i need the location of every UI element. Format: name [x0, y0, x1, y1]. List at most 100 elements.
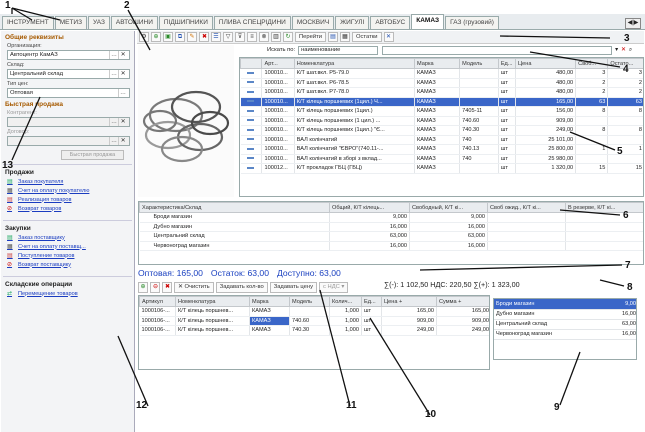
- column-header[interactable]: Арт...: [261, 58, 295, 69]
- copy-icon[interactable]: ⧉: [175, 32, 185, 42]
- table-row[interactable]: Червоноград магазин 16,000 16,000: [139, 241, 643, 251]
- table-row[interactable]: 100010... К/Т шат.вкл. Р7-78.0 КАМАЗ шт 480,…: [240, 87, 643, 98]
- org-field[interactable]: Автоцентр КамАЗ … ✕: [7, 50, 130, 60]
- set-price-button[interactable]: Задавать цену: [269, 282, 317, 293]
- column-header[interactable]: Цена +: [381, 296, 437, 307]
- columns-icon[interactable]: ▥: [271, 32, 281, 42]
- tab-zhiguli[interactable]: ЖИГУЛІ: [335, 16, 370, 29]
- column-header[interactable]: Ед...: [361, 296, 382, 307]
- column-header[interactable]: [240, 58, 263, 69]
- tab-tires[interactable]: АВТОШИНИ: [110, 16, 158, 29]
- list-item[interactable]: Червоноград магазин 16,00: [494, 329, 636, 340]
- warehouse-field[interactable]: Центральний склад … ✕: [7, 69, 130, 79]
- filter-clear-icon[interactable]: ⊗: [259, 32, 269, 42]
- link-supplier-order[interactable]: ▤ Заказ поставщику: [7, 234, 130, 242]
- table-row[interactable]: Центральний склад 63,000 63,000: [139, 231, 643, 242]
- remove-icon[interactable]: ⊖: [150, 282, 160, 293]
- delete-icon[interactable]: ✖: [199, 32, 209, 42]
- search-icon[interactable]: ⌕: [629, 47, 632, 54]
- delete-icon[interactable]: ✖: [162, 282, 172, 293]
- tab-gaz[interactable]: ГАЗ (грузовий): [445, 16, 499, 29]
- set-qty-button[interactable]: Задавать кол-во: [215, 282, 268, 293]
- close-icon[interactable]: ✕: [621, 47, 626, 53]
- list-item[interactable]: Дубно магазин 16,00: [494, 309, 636, 320]
- select-button[interactable]: …: [118, 89, 127, 97]
- link-customer-invoice[interactable]: ▦ Счет на оплату покупателю: [7, 187, 130, 195]
- link-goods-sale[interactable]: ▤ Реализация товаров: [7, 196, 130, 204]
- table-row[interactable]: 100010... ВАЛ колінчатий КАМАЗ 740 шт 25 101,…: [240, 135, 643, 145]
- select-button[interactable]: …: [109, 70, 118, 78]
- table-row[interactable]: 100010... К/Т кілець поршневих (1цил.) КАМ…: [240, 106, 643, 117]
- table-row[interactable]: 100010... ВАЛ колінчатий "ЄВРО"(740.11-..…: [240, 144, 643, 155]
- filter-list-icon[interactable]: ≡: [247, 32, 257, 42]
- table-row[interactable]: 1000106-... К/Т кілець поршнев... КАМАЗ 740…: [139, 316, 489, 326]
- contract-field[interactable]: … ✕: [7, 136, 130, 146]
- clear-icon[interactable]: ✕: [118, 51, 127, 59]
- tab-bus[interactable]: АВТОБУС: [370, 16, 411, 29]
- hierarchy-icon[interactable]: ☰: [211, 32, 221, 42]
- table-row[interactable]: 100010... К/Т шат.вкл. Р5-79.0 КАМАЗ шт 480,…: [240, 68, 643, 79]
- table-row[interactable]: Броди магазин 9,000 9,000: [139, 212, 643, 223]
- vat-select[interactable]: с НДС ▾: [319, 282, 349, 293]
- add-icon[interactable]: ⊕: [151, 32, 161, 42]
- select-button[interactable]: …: [109, 51, 118, 59]
- edit-icon[interactable]: ✎: [187, 32, 197, 42]
- tab-bearings[interactable]: ПІДШИПНИКИ: [158, 16, 213, 29]
- column-header[interactable]: Номенклатура: [175, 296, 250, 307]
- column-header[interactable]: Цена: [515, 58, 577, 69]
- refresh-icon[interactable]: ↻: [283, 32, 293, 42]
- link-goods-return[interactable]: ⊘ Возврат товаров: [7, 205, 130, 213]
- report-icon[interactable]: ▤: [327, 32, 338, 42]
- stock-button[interactable]: Остатки: [351, 32, 382, 42]
- table-row[interactable]: 100010... К/Т шат.вкл. Р6-78.5 КАМАЗ шт 480,…: [240, 78, 643, 88]
- filter-set-icon[interactable]: ⊽: [235, 32, 245, 42]
- table-row[interactable]: 100010... ВАЛ колінчатий в зборі з вклад.…: [240, 154, 643, 164]
- clear-icon[interactable]: ✕: [118, 137, 127, 145]
- link-customer-order[interactable]: ▤ Заказ покупателя: [7, 178, 130, 186]
- column-header[interactable]: Колич...: [329, 296, 362, 307]
- document-lines-table[interactable]: Артикул Номенклатура Марка Модель Колич... Ед…: [138, 295, 490, 370]
- column-header[interactable]: Свободный, К/Т кі...: [409, 202, 488, 213]
- add-icon[interactable]: ⊕: [138, 282, 148, 293]
- search-field-select[interactable]: наименование: [298, 45, 379, 55]
- column-header[interactable]: Сумма +: [436, 296, 489, 307]
- search-input[interactable]: [382, 45, 613, 55]
- column-header[interactable]: Марка: [249, 296, 290, 307]
- tab-metiz[interactable]: МЕТИЗ: [54, 16, 88, 29]
- table-row[interactable]: 100010... К/Т кілець поршневих (1цил.) Ч.…: [240, 97, 643, 107]
- tab-kamaz[interactable]: КАМАЗ: [411, 14, 445, 29]
- column-header[interactable]: Модель: [289, 296, 330, 307]
- table-row[interactable]: Дубно магазин 16,000 16,000: [139, 222, 643, 232]
- table-row[interactable]: 1000106-... К/Т кілець поршнев... КАМАЗ 740…: [139, 325, 489, 336]
- column-header[interactable]: Номенклатура: [293, 58, 416, 69]
- link-goods-receipt[interactable]: ▤ Поступление товаров: [7, 252, 130, 260]
- link-supplier-return[interactable]: ⊘ Возврат поставщику: [7, 261, 130, 269]
- column-header[interactable]: Ед...: [497, 58, 517, 69]
- column-header[interactable]: Общий, К/Т кілець...: [329, 202, 410, 213]
- stock-table[interactable]: Характеристика/Склад Общий, К/Т кілець...…: [138, 201, 644, 265]
- quick-sale-button[interactable]: Быстрая продажа: [61, 150, 124, 160]
- select-button[interactable]: …: [109, 118, 118, 126]
- goto-button[interactable]: Перейти: [295, 32, 326, 42]
- clear-button[interactable]: ✕ Очистить: [174, 282, 214, 293]
- table-row[interactable]: 100012... К/Т прокладок ГБЦ (ГБЦ) КАМАЗ шт 1…: [240, 163, 643, 174]
- column-header[interactable]: Своб ожид., К/Т кі...: [487, 202, 566, 213]
- column-header[interactable]: Модель: [459, 58, 499, 69]
- tab-scroll-buttons[interactable]: ◀|▶: [625, 18, 641, 29]
- tab-fluids[interactable]: ПЛИВА СПЕЦРІДИНИ: [213, 16, 291, 29]
- link-supplier-invoice[interactable]: ▦ Счет на оплату поставщ...: [7, 243, 130, 251]
- filter-icon[interactable]: ▽: [223, 32, 233, 42]
- chart-icon[interactable]: ▦: [339, 32, 350, 42]
- table-row[interactable]: 1000106-... К/Т кілець поршнев... КАМАЗ 1,0…: [139, 306, 489, 317]
- link-goods-transfer[interactable]: ⇄ Перемещение товаров: [7, 290, 130, 298]
- table-row[interactable]: 100010... К/Т кілець поршневих (1цил.) "Є…: [240, 125, 643, 136]
- price-type-field[interactable]: Оптовая…: [7, 88, 130, 98]
- clear-icon[interactable]: ✕: [118, 118, 127, 126]
- select-button[interactable]: …: [109, 137, 118, 145]
- column-header[interactable]: Своб...: [575, 58, 609, 69]
- clear-icon[interactable]: ✕: [118, 70, 127, 78]
- list-item[interactable]: Центральний склад 63,00: [494, 319, 636, 330]
- close-icon[interactable]: ✕: [383, 32, 394, 42]
- add-group-icon[interactable]: ▣: [163, 32, 173, 42]
- gear-icon[interactable]: ⚙: [139, 32, 149, 42]
